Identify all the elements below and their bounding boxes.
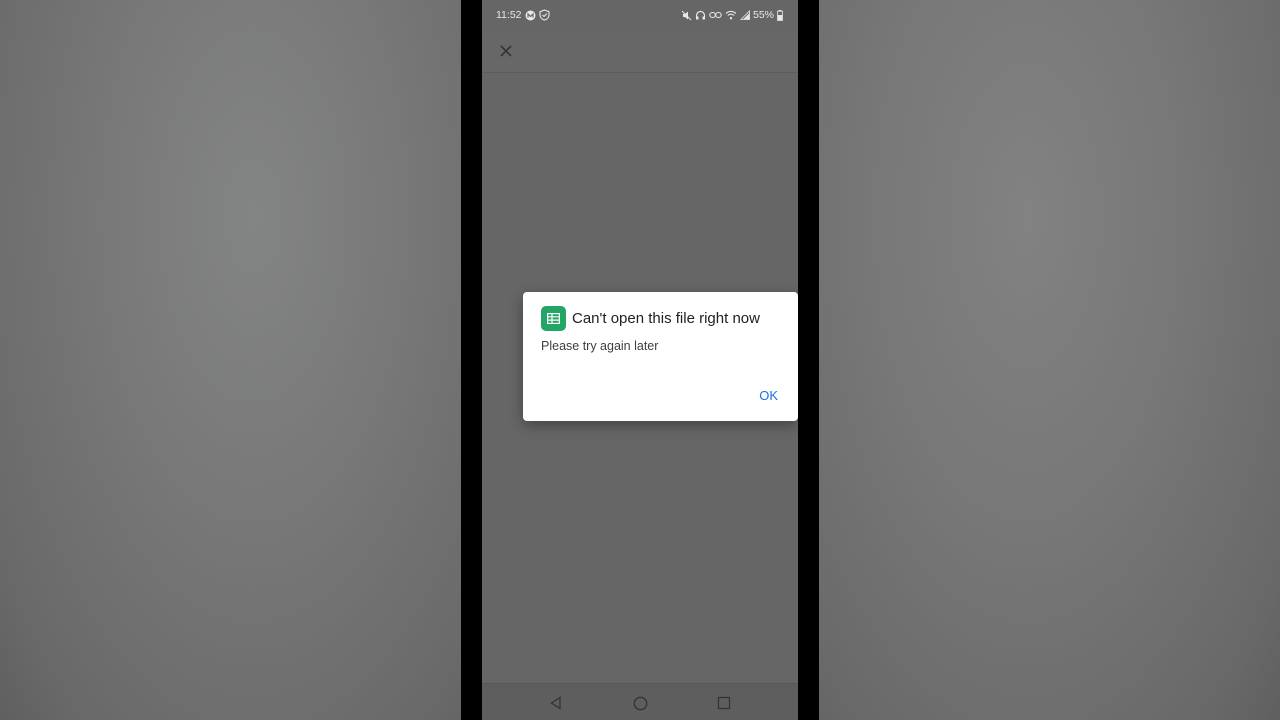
dialog-header: Can't open this file right now (541, 306, 760, 331)
wifi-icon (725, 10, 737, 20)
dialog-message: Please try again later (541, 339, 659, 353)
home-button[interactable] (630, 693, 650, 713)
ok-button[interactable]: OK (757, 388, 780, 403)
home-circle-icon (633, 696, 647, 710)
phone-frame: 11:52 55% Can't open this file right now… (461, 0, 819, 720)
close-icon (500, 45, 512, 57)
back-triangle-icon (550, 696, 561, 710)
google-sheets-icon (541, 306, 566, 331)
error-dialog: Can't open this file right now Please tr… (523, 292, 798, 421)
mute-icon (681, 10, 692, 20)
status-left: 11:52 (496, 9, 550, 21)
shield-icon (538, 9, 550, 21)
signal-icon (740, 10, 750, 20)
vpn-link-icon (709, 11, 722, 19)
navigation-bar (482, 683, 798, 720)
battery-percent: 55% (752, 9, 774, 21)
app-notification-icon (525, 10, 535, 20)
backdrop-left (0, 0, 461, 720)
battery-icon (777, 9, 783, 21)
app-bar (482, 30, 798, 73)
close-button[interactable] (494, 39, 518, 63)
status-time: 11:52 (496, 9, 522, 21)
status-bar: 11:52 55% (482, 0, 798, 30)
recents-button[interactable] (714, 693, 734, 713)
headset-icon (695, 10, 706, 19)
recents-square-icon (717, 696, 731, 710)
dialog-title: Can't open this file right now (572, 310, 760, 327)
phone-screen: 11:52 55% Can't open this file right now… (482, 0, 798, 720)
backdrop-right (819, 0, 1280, 720)
status-right: 55% (681, 9, 783, 21)
back-button[interactable] (546, 693, 566, 713)
